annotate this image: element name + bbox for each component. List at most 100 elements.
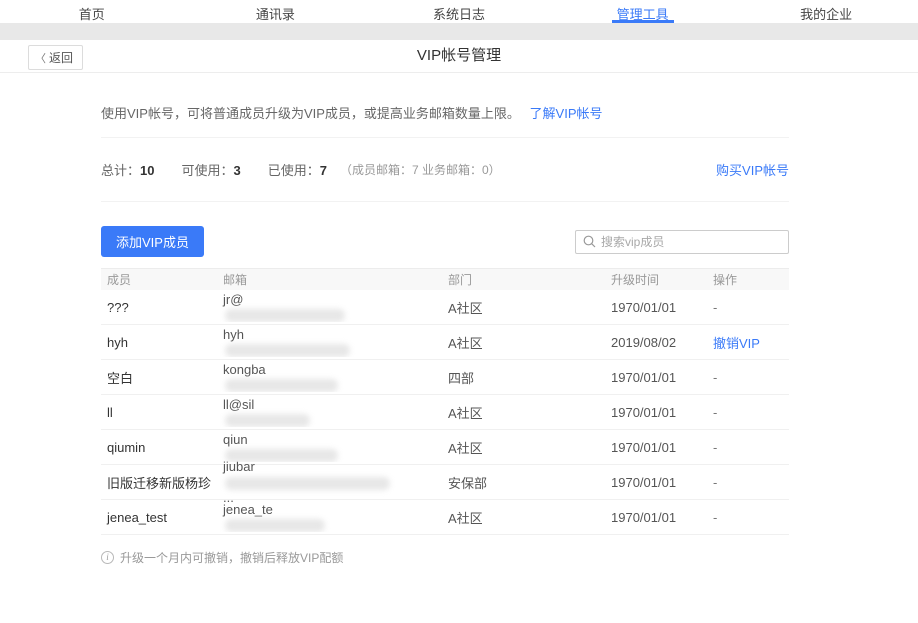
page-title: VIP帐号管理	[0, 40, 918, 71]
stat-used-value: 7	[320, 163, 327, 178]
email-prefix: hyh	[223, 327, 442, 342]
action-placeholder: -	[713, 475, 789, 490]
email-redaction-blur	[225, 379, 338, 392]
stat-detail: （成员邮箱：7 业务邮箱：0）	[340, 161, 501, 178]
add-vip-member-button[interactable]: 添加VIP成员	[101, 226, 204, 257]
department-cell: A社区	[442, 508, 605, 527]
action-cell: -	[707, 440, 789, 455]
upgrade-time-cell: 1970/01/01	[605, 370, 707, 385]
upgrade-time-cell: 1970/01/01	[605, 510, 707, 525]
header-action: 操作	[707, 271, 789, 288]
email-redaction-blur	[225, 309, 345, 322]
header-department: 部门	[442, 271, 605, 288]
member-name: ll	[107, 405, 217, 420]
back-chevron-icon: 〈	[35, 50, 46, 66]
intro-description: 使用VIP帐号，可将普通成员升级为VIP成员，或提高业务邮箱数量上限。 了解VI…	[101, 73, 789, 122]
info-icon: i	[101, 551, 114, 564]
header-member: 成员	[101, 271, 217, 288]
main-content: 使用VIP帐号，可将普通成员升级为VIP成员，或提高业务邮箱数量上限。 了解VI…	[101, 73, 789, 566]
action-cell: -	[707, 370, 789, 385]
back-button[interactable]: 〈 返回	[28, 45, 83, 70]
email-cell: qiun	[217, 432, 442, 462]
member-cell: hyh	[101, 335, 217, 350]
email-prefix: qiun	[223, 432, 442, 447]
department-cell: A社区	[442, 403, 605, 422]
stat-available-value: 3	[234, 163, 241, 178]
email-cell: jr@	[217, 292, 442, 322]
stat-used: 已使用：7	[268, 160, 327, 179]
nav-item-home[interactable]: 首页	[0, 0, 184, 23]
back-button-label: 返回	[49, 49, 73, 66]
active-tab-underline	[612, 20, 674, 23]
nav-item-contacts[interactable]: 通讯录	[184, 0, 368, 23]
email-prefix: jr@	[223, 292, 442, 307]
action-cell: -	[707, 510, 789, 525]
email-redaction-blur	[225, 414, 310, 427]
buy-vip-link[interactable]: 购买VIP帐号	[716, 160, 789, 179]
email-redaction-blur	[225, 519, 325, 532]
upgrade-time-cell: 1970/01/01	[605, 405, 707, 420]
email-cell: ll@sil	[217, 397, 442, 427]
stat-available: 可使用：3	[181, 160, 240, 179]
search-box[interactable]	[575, 230, 789, 254]
nav-item-system-log[interactable]: 系统日志	[367, 0, 551, 23]
footnote: i 升级一个月内可撤销，撤销后释放VIP配额	[101, 549, 789, 566]
action-cell: -	[707, 300, 789, 315]
member-cell: jenea_test	[101, 510, 217, 525]
action-cell: -	[707, 475, 789, 490]
member-name: 旧版迁移新版杨珍	[107, 473, 217, 492]
member-name: qiumin	[107, 440, 217, 455]
table-toolbar: 添加VIP成员	[101, 226, 789, 257]
stat-total-label: 总计：	[101, 163, 140, 178]
header-email: 邮箱	[217, 271, 442, 288]
table-body: ???jr@A社区1970/01/01-hyhhyhA社区2019/08/02撤…	[101, 290, 789, 535]
email-cell: hyh	[217, 327, 442, 357]
header-gray-band	[0, 23, 918, 40]
member-name: ???	[107, 300, 217, 315]
nav-item-management-tools[interactable]: 管理工具	[551, 0, 735, 23]
action-cell: 撤销VIP	[707, 333, 789, 352]
upgrade-time-cell: 1970/01/01	[605, 300, 707, 315]
stat-total-value: 10	[140, 163, 154, 178]
table-row: ll ll@silA社区1970/01/01-	[101, 395, 789, 430]
email-redaction-blur	[225, 344, 350, 357]
email-prefix: jenea_te	[223, 502, 442, 517]
email-cell: jenea_te	[217, 502, 442, 532]
action-placeholder: -	[713, 405, 789, 420]
upgrade-time-cell: 1970/01/01	[605, 440, 707, 455]
learn-vip-link[interactable]: 了解VIP帐号	[530, 106, 603, 121]
member-name: hyh	[107, 335, 217, 350]
table-header-row: 成员 邮箱 部门 升级时间 操作	[101, 268, 789, 290]
upgrade-time-cell: 2019/08/02	[605, 335, 707, 350]
department-cell: A社区	[442, 298, 605, 317]
nav-item-my-enterprise[interactable]: 我的企业	[734, 0, 918, 23]
member-cell: qiumin	[101, 440, 217, 455]
search-input[interactable]	[601, 235, 781, 249]
member-cell: ???	[101, 300, 217, 315]
upgrade-time-cell: 1970/01/01	[605, 475, 707, 490]
email-cell: jiubar...	[217, 459, 442, 504]
email-prefix: ll@sil	[223, 397, 442, 412]
top-navigation: 首页 通讯录 系统日志 管理工具 我的企业	[0, 0, 918, 23]
table-row: hyhhyhA社区2019/08/02撤销VIP	[101, 325, 789, 360]
department-cell: 四部	[442, 368, 605, 387]
email-prefix: kongba	[223, 362, 442, 377]
footnote-text: 升级一个月内可撤销，撤销后释放VIP配额	[120, 549, 343, 566]
header-upgrade-time: 升级时间	[605, 271, 707, 288]
member-cell: ll	[101, 405, 217, 420]
revoke-vip-link[interactable]: 撤销VIP	[713, 333, 789, 352]
department-cell: A社区	[442, 333, 605, 352]
intro-text: 使用VIP帐号，可将普通成员升级为VIP成员，或提高业务邮箱数量上限。	[101, 106, 520, 121]
section-divider	[101, 201, 789, 202]
table-row: 空白 kongba四部1970/01/01-	[101, 360, 789, 395]
member-cell: 空白	[101, 368, 217, 387]
action-placeholder: -	[713, 370, 789, 385]
member-name: jenea_test	[107, 510, 217, 525]
department-cell: A社区	[442, 438, 605, 457]
action-cell: -	[707, 405, 789, 420]
email-cell: kongba	[217, 362, 442, 392]
table-row: jenea_test jenea_teA社区1970/01/01-	[101, 500, 789, 535]
department-cell: 安保部	[442, 473, 605, 492]
table-row: 旧版迁移新版杨珍jiubar...安保部1970/01/01-	[101, 465, 789, 500]
member-name: 空白	[107, 368, 217, 387]
